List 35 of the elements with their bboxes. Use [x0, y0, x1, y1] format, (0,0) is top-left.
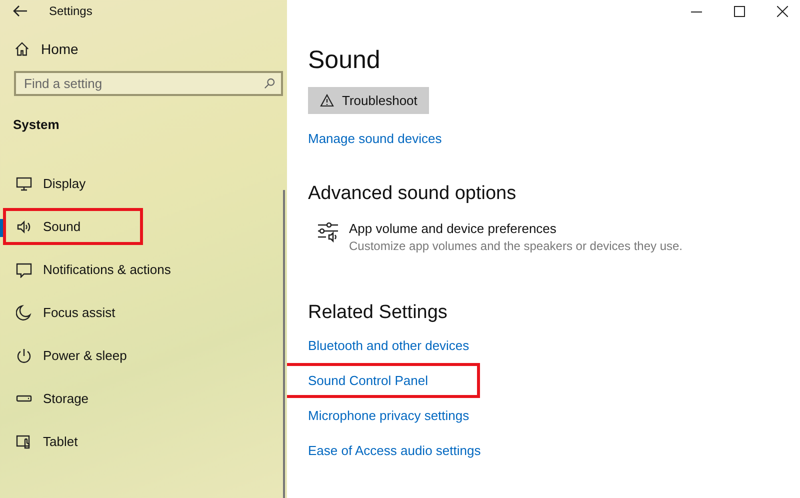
tablet-icon — [16, 434, 32, 450]
settings-link[interactable]: Microphone privacy settings — [284, 398, 480, 433]
sidebar-item[interactable]: Storage — [3, 380, 143, 417]
moon-icon — [16, 304, 32, 320]
home-link[interactable]: Home — [41, 41, 78, 57]
sidebar-item[interactable]: Sound — [3, 208, 143, 245]
settings-link[interactable]: Sound Control Panel — [284, 363, 480, 398]
search-field[interactable]: Find a setting — [14, 71, 283, 96]
sidebar-item[interactable]: Power & sleep — [3, 337, 143, 374]
sidebar-item[interactable]: Display — [3, 165, 143, 202]
back-icon[interactable] — [13, 5, 27, 17]
speaker-icon — [16, 218, 32, 234]
settings-link[interactable]: Ease of Access audio settings — [284, 433, 480, 468]
close-icon[interactable] — [777, 6, 788, 16]
section-heading: Advanced sound options — [308, 183, 518, 205]
speech-bubble-icon — [16, 262, 32, 278]
power-icon — [16, 348, 32, 364]
window-title: Settings — [49, 4, 92, 18]
sliders-icon[interactable] — [317, 221, 339, 243]
option-title[interactable]: App volume and device preferences — [349, 221, 683, 236]
manage-devices-link[interactable]: Manage sound devices — [308, 131, 442, 146]
maximize-icon[interactable] — [734, 6, 745, 16]
warning-icon — [320, 94, 334, 107]
sidebar-item[interactable]: Focus assist — [3, 294, 143, 331]
sidebar-item[interactable]: Notifications & actions — [3, 251, 184, 288]
home-icon[interactable] — [15, 42, 29, 56]
search-icon[interactable] — [264, 78, 275, 89]
section-heading: Related Settings — [308, 302, 448, 324]
troubleshoot-button[interactable]: Troubleshoot — [308, 87, 429, 114]
monitor-icon — [16, 176, 32, 192]
sidebar-item[interactable]: Tablet — [3, 423, 143, 460]
page-title: Sound — [308, 46, 382, 76]
settings-link[interactable]: Bluetooth and other devices — [284, 328, 480, 363]
section-heading: System — [13, 117, 60, 134]
option-description: Customize app volumes and the speakers or devices they use. — [349, 239, 683, 253]
